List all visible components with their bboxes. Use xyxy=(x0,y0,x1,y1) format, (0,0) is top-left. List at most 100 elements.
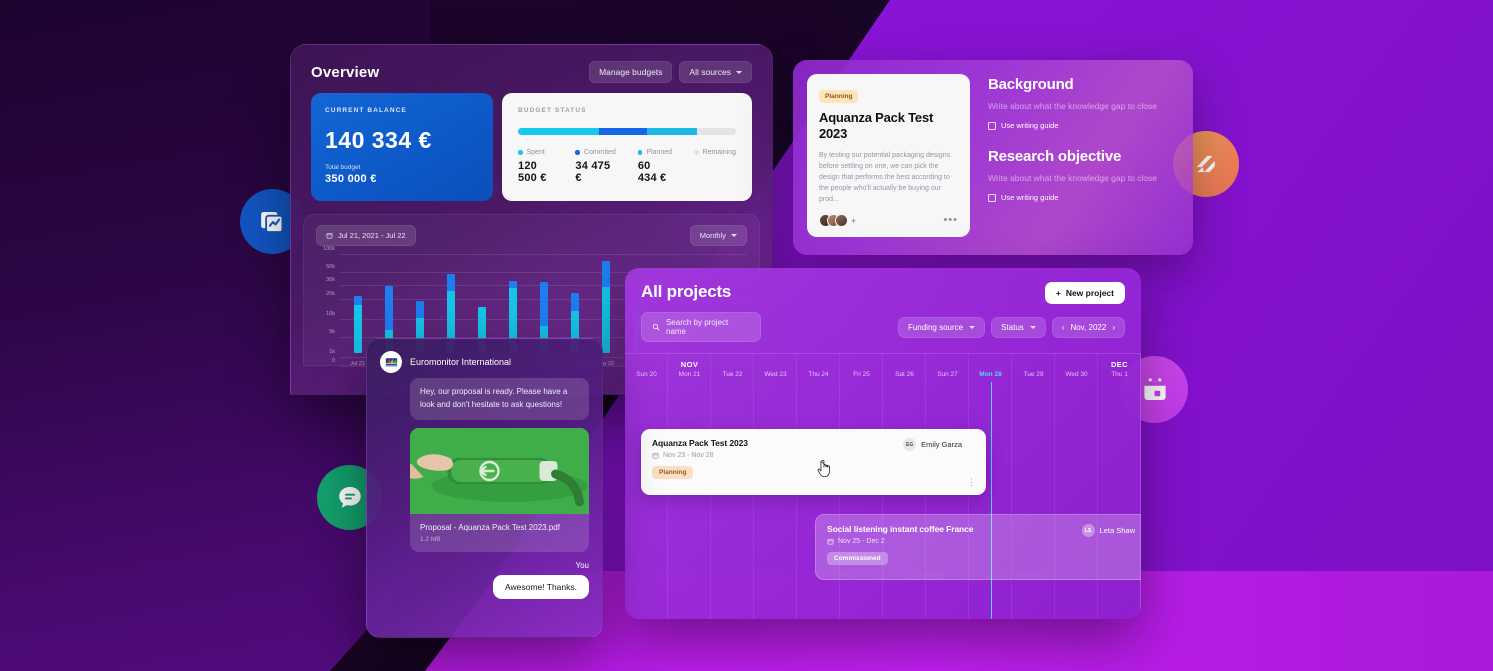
project-dates: Nov 25 - Dec 2 xyxy=(827,538,1141,545)
y-axis-tick: 1k xyxy=(329,349,335,356)
row-menu-button[interactable]: ⋮ xyxy=(1140,561,1141,571)
timeline-day-label: Mon 28 xyxy=(979,371,1002,378)
timeline-day-label: Wed 23 xyxy=(764,371,787,378)
current-balance-amount: 140 334 € xyxy=(325,127,432,153)
more-options-button[interactable]: ••• xyxy=(943,215,958,226)
add-member-button[interactable]: + xyxy=(851,216,856,226)
gantt-timeline: Sun 20 NOV Mon 21 Tue 22 Wed 23 Thu 24 Fri 25 S… xyxy=(625,354,1141,619)
legend-dot-icon xyxy=(575,150,580,155)
all-projects-panel: All projects + New project Search by pro… xyxy=(625,268,1141,619)
next-month-icon[interactable]: › xyxy=(1112,323,1115,332)
budget-status-card: BUDGET STATUS Spent 120 500 € Commited 34 4… xyxy=(502,93,752,201)
timeline-month-label: NOV xyxy=(680,360,699,369)
brief-inner: Planning Aquanza Pack Test 2023 By testi… xyxy=(807,74,1179,238)
legend-item: Spent 120 500 € xyxy=(518,149,553,184)
timeline-month-label xyxy=(883,360,926,371)
status-badge: Planning xyxy=(819,90,859,103)
avatar: LS xyxy=(1081,524,1095,537)
use-writing-guide-link[interactable]: Use writing guide xyxy=(988,193,1179,202)
progress-segment-planned xyxy=(646,128,697,135)
chevron-down-icon xyxy=(1029,325,1036,329)
chart-y-axis: 0 1k 5k 10k 20k 30k 50k 100k xyxy=(316,246,338,367)
chat-sender-name: Euromonitor International xyxy=(410,357,512,367)
project-description: By testing our potential packaging desig… xyxy=(819,151,951,204)
table-row[interactable]: Aquanza Pack Test 2023 Nov 23 - Nov 28 P… xyxy=(641,429,986,495)
legend-item: Planned 60 434 € xyxy=(637,149,673,184)
timeline-month-label xyxy=(1055,360,1098,371)
chart-header: Jul 21, 2021 - Jul 22 Monthly xyxy=(316,225,747,246)
projects-header: All projects + New project xyxy=(625,268,1141,304)
all-sources-dropdown[interactable]: All sources xyxy=(679,61,752,83)
timeline-day-label: Thu 1 xyxy=(1111,371,1128,378)
brief-section-research-objective: Research objective Write about what the … xyxy=(988,148,1179,202)
status-badge: Planning xyxy=(652,466,694,479)
chat-attachment[interactable]: Proposal - Aquanza Pack Test 2023.pdf 1.… xyxy=(410,427,589,553)
use-writing-guide-label: Use writing guide xyxy=(1001,121,1059,130)
bar-segment-commited xyxy=(384,285,393,330)
timeline-day-cell: Thu 24 xyxy=(797,360,840,378)
date-range-label: Jul 21, 2021 - Jul 22 xyxy=(338,231,406,240)
y-axis-tick: 0 xyxy=(331,358,335,364)
new-project-label: New project xyxy=(1065,288,1114,298)
timeline-day-label: Sat 26 xyxy=(895,371,914,378)
mouse-cursor xyxy=(816,458,834,485)
all-sources-label: All sources xyxy=(689,67,731,77)
timeline-day-cell: Mon 28 xyxy=(969,360,1012,378)
timeline-day-cell: Sat 26 xyxy=(883,360,926,378)
section-placeholder[interactable]: Write about what the knowledge gap to cl… xyxy=(988,101,1179,111)
y-axis-tick: 100k xyxy=(323,246,335,252)
bar-segment-commited xyxy=(601,261,610,288)
funding-source-filter[interactable]: Funding source xyxy=(897,316,986,338)
row-menu-button[interactable]: ⋮ xyxy=(967,477,976,487)
search-placeholder: Search by project name xyxy=(665,318,729,336)
attachment-meta: Proposal - Aquanza Pack Test 2023.pdf 1.… xyxy=(410,514,589,553)
timeline-day-label: Wed 30 xyxy=(1065,371,1088,378)
legend-label: Spent xyxy=(526,149,545,156)
today-marker xyxy=(990,382,992,619)
avatar-group: + xyxy=(819,214,856,228)
project-summary-card[interactable]: Planning Aquanza Pack Test 2023 By testi… xyxy=(807,74,970,238)
use-writing-guide-link[interactable]: Use writing guide xyxy=(988,121,1179,130)
legend-top: Spent xyxy=(518,149,553,156)
plus-icon: + xyxy=(1055,288,1061,298)
current-balance-caption: CURRENT BALANCE xyxy=(325,107,407,114)
date-range-picker[interactable]: Jul 21, 2021 - Jul 22 xyxy=(316,225,416,246)
bar-segment-commited xyxy=(415,301,424,319)
chevron-down-icon xyxy=(731,234,737,237)
timeline-day-cell: Tue 29 xyxy=(1012,360,1055,378)
timeline-day-label: Thu 24 xyxy=(808,371,829,378)
budget-legend: Spent 120 500 € Commited 34 475 € Planned 60 … xyxy=(518,149,736,184)
project-dates: Nov 23 - Nov 28 xyxy=(652,452,975,459)
granularity-dropdown[interactable]: Monthly xyxy=(689,225,747,246)
search-input[interactable]: Search by project name xyxy=(641,312,761,342)
gantt-card-aquanza[interactable]: Aquanza Pack Test 2023 Nov 23 - Nov 28 P… xyxy=(641,429,986,495)
prev-month-icon[interactable]: ‹ xyxy=(1062,323,1065,332)
manage-budgets-button[interactable]: Manage budgets xyxy=(589,61,673,83)
timeline-day-label: Fri 25 xyxy=(853,371,870,378)
search-icon xyxy=(652,323,660,331)
timeline-day-cell: Wed 30 xyxy=(1055,360,1098,378)
brief-sections: Background Write about what the knowledg… xyxy=(988,74,1179,237)
month-navigator[interactable]: ‹ Nov, 2022 › xyxy=(1051,316,1125,338)
gantt-card-social-listening[interactable]: Social listening instant coffee France N… xyxy=(815,514,1141,580)
progress-segment-remaining xyxy=(696,128,736,135)
timeline-day-label: Tue 29 xyxy=(1023,371,1044,378)
progress-segment-commited xyxy=(598,128,647,135)
timeline-day-cell: Tue 22 xyxy=(711,360,754,378)
new-project-button[interactable]: + New project xyxy=(1044,282,1125,304)
timeline-month-label: DEC xyxy=(1110,360,1129,369)
timeline-day-cell: Sun 27 xyxy=(926,360,969,378)
timeline-day-cell: Fri 25 xyxy=(840,360,883,378)
legend-label: Planned xyxy=(646,149,673,156)
bar-segment-spent xyxy=(353,304,362,353)
chat-message-incoming: Hey, our proposal is ready. Please have … xyxy=(410,378,589,420)
section-placeholder[interactable]: Write about what the knowledge gap to cl… xyxy=(988,173,1179,183)
table-row[interactable]: Social listening instant coffee France N… xyxy=(815,514,1141,580)
total-budget-label: Total budget xyxy=(325,164,361,171)
timeline-month-label xyxy=(711,360,754,371)
status-filter[interactable]: Status xyxy=(991,316,1046,338)
overview-summary-cards: CURRENT BALANCE 140 334 € Total budget 3… xyxy=(291,93,772,201)
current-balance-card: CURRENT BALANCE 140 334 € Total budget 3… xyxy=(311,93,493,201)
project-dates-label: Nov 23 - Nov 28 xyxy=(663,452,714,459)
